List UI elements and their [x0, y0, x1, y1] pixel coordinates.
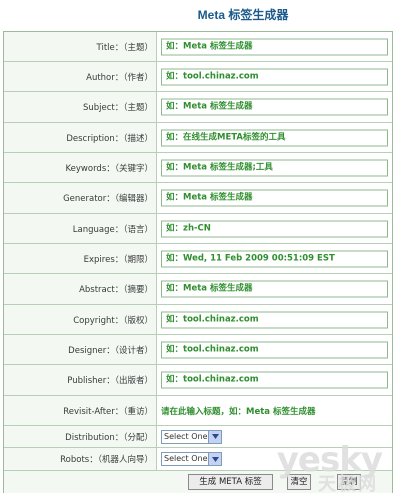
field-label-distribution: Distribution：（分配）: [4, 426, 157, 447]
expires-input[interactable]: 如：Wed, 11 Feb 2009 00:51:09 EST: [161, 250, 388, 267]
field-label-copyright: Copyright：（版权）: [4, 305, 157, 334]
form-row-language: Language：（语言） 如：zh-CN: [4, 214, 392, 244]
field-label-subject: Subject：（主题）: [4, 92, 157, 122]
robots-select[interactable]: Select One: [161, 452, 222, 466]
form-row-description: Description：（描述） 如：在线生成META标签的工具: [4, 123, 392, 153]
abstract-input[interactable]: 如：Meta 标签生成器: [161, 280, 388, 298]
generator-input[interactable]: 如：Meta 标签生成器: [161, 189, 388, 207]
field-label-description: Description：（描述）: [4, 123, 157, 152]
page-title: Meta 标签生成器: [197, 8, 289, 22]
generate-meta-button[interactable]: 生成 META 标签: [188, 474, 273, 490]
distribution-select-value: Select One: [164, 431, 208, 441]
form-row-publisher: Publisher：（出版者） 如：tool.chinaz.com: [4, 365, 392, 396]
field-label-expires: Expires：（期限）: [4, 244, 157, 273]
title-input[interactable]: 如：Meta 标签生成器: [161, 38, 388, 55]
chevron-down-icon[interactable]: [208, 430, 221, 443]
form-row-abstract: Abstract：（摘要） 如：Meta 标签生成器: [4, 274, 392, 305]
publisher-input[interactable]: 如：tool.chinaz.com: [161, 371, 388, 389]
field-label-robots: Robots：（机器人向导）: [4, 448, 157, 470]
form-row-expires: Expires：（期限） 如：Wed, 11 Feb 2009 00:51:09…: [4, 244, 392, 274]
meta-form: Title：（主题） 如：Meta 标签生成器 Author：（作者） 如：to…: [3, 31, 393, 493]
subject-input[interactable]: 如：Meta 标签生成器: [161, 98, 388, 116]
form-row-revisit: Revisit-After：（重访） 请在此输入标题，如：Meta 标签生成器: [4, 396, 392, 426]
copyright-input[interactable]: 如：tool.chinaz.com: [161, 311, 388, 328]
form-row-author: Author：（作者） 如：tool.chinaz.com: [4, 62, 392, 92]
form-row-designer: Designer：（设计者） 如：tool.chinaz.com: [4, 335, 392, 365]
author-input[interactable]: 如：tool.chinaz.com: [161, 68, 388, 85]
form-row-keywords: Keywords：（关键字） 如：Meta 标签生成器;工具: [4, 153, 392, 183]
field-label-generator: Generator：（编辑器）: [4, 183, 157, 213]
yesky-watermark-cn: 天极网: [318, 474, 378, 495]
form-row-generator: Generator：（编辑器） 如：Meta 标签生成器: [4, 183, 392, 214]
robots-select-value: Select One: [164, 454, 208, 463]
language-input[interactable]: 如：zh-CN: [161, 220, 388, 237]
field-label-author: Author：（作者）: [4, 62, 157, 91]
field-label-publisher: Publisher：（出版者）: [4, 365, 157, 395]
field-label-designer: Designer：（设计者）: [4, 335, 157, 364]
field-label-keywords: Keywords：（关键字）: [4, 153, 157, 182]
designer-input[interactable]: 如：tool.chinaz.com: [161, 341, 388, 358]
field-label-title: Title：（主题）: [4, 32, 157, 61]
form-row-copyright: Copyright：（版权） 如：tool.chinaz.com: [4, 305, 392, 335]
form-row-title: Title：（主题） 如：Meta 标签生成器: [4, 32, 392, 62]
keywords-input[interactable]: 如：Meta 标签生成器;工具: [161, 159, 388, 176]
field-label-revisit: Revisit-After：（重访）: [4, 396, 157, 425]
field-label-language: Language：（语言）: [4, 214, 157, 243]
field-label-abstract: Abstract：（摘要）: [4, 274, 157, 304]
description-input[interactable]: 如：在线生成META标签的工具: [161, 129, 388, 146]
distribution-select[interactable]: Select One: [161, 429, 222, 444]
chevron-down-icon[interactable]: [208, 453, 221, 465]
form-row-subject: Subject：（主题） 如：Meta 标签生成器: [4, 92, 392, 123]
revisit-input[interactable]: 请在此输入标题，如：Meta 标签生成器: [161, 405, 315, 417]
